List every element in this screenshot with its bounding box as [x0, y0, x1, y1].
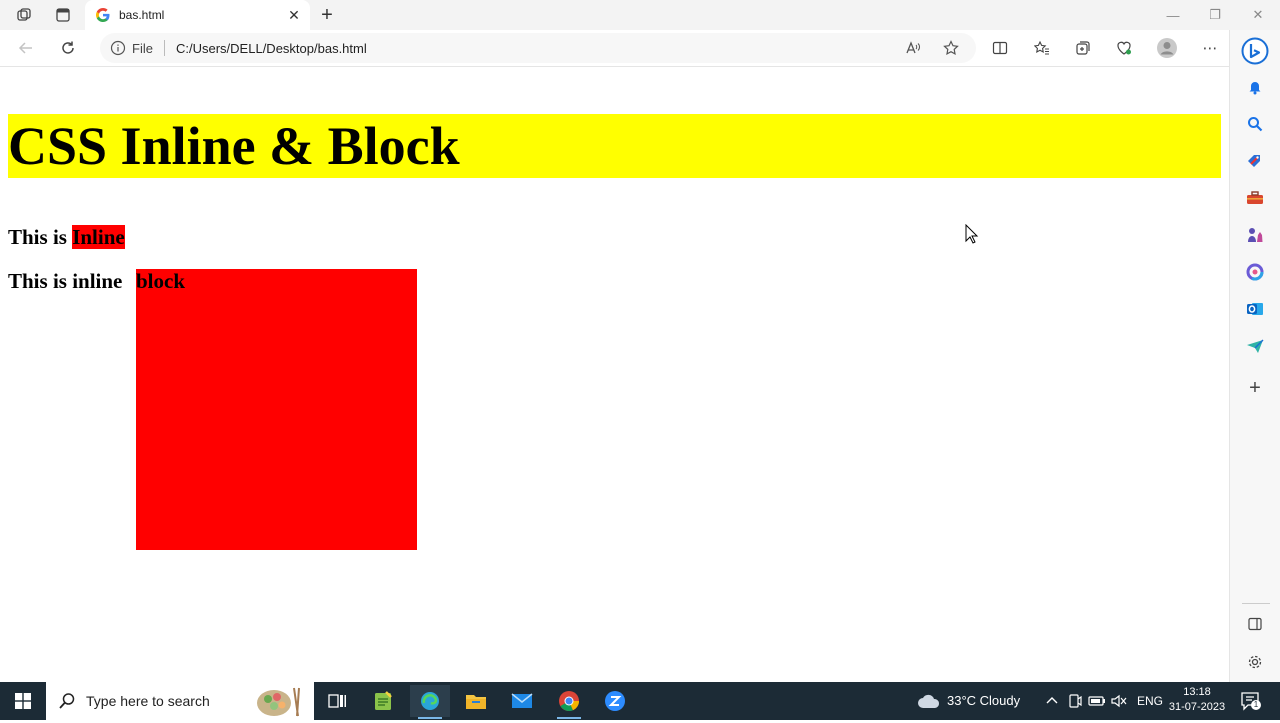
chrome-active-indicator [557, 717, 581, 719]
search-highlight-food-icon [254, 684, 304, 718]
cloudy-weather-icon[interactable] [917, 692, 941, 710]
inline-demo-prefix: This is [8, 225, 73, 249]
clock-date: 31-07-2023 [1168, 701, 1226, 713]
tab-actions-icon[interactable] [50, 3, 76, 27]
search-icon[interactable] [1243, 112, 1267, 136]
windows-start-icon[interactable] [0, 682, 46, 720]
sidebar-settings-gear-icon[interactable] [1243, 650, 1267, 674]
refresh-icon[interactable] [54, 35, 82, 61]
inline-block-label: block [136, 269, 186, 293]
restore-icon[interactable]: ❐ [1194, 0, 1236, 30]
bing-copilot-icon[interactable] [1240, 36, 1270, 66]
taskbar-search-icon [58, 692, 76, 710]
volume-muted-icon[interactable] [1110, 693, 1128, 709]
hide-sidebar-icon[interactable] [1243, 612, 1267, 636]
edge-taskbar-icon[interactable] [410, 685, 450, 719]
address-bar[interactable]: File C:/Users/DELL/Desktop/bas.html [100, 33, 976, 63]
browser-titlebar: bas.html ✕ + — ❐ ✕ [0, 0, 1280, 30]
meet-now-icon[interactable] [1067, 693, 1083, 709]
mail-icon[interactable] [502, 685, 542, 717]
input-language[interactable]: ENG [1137, 694, 1163, 708]
notification-count-badge: 1 [1251, 700, 1261, 710]
windows-taskbar: Type here to search 33°C Cloudy ENG 13:1… [0, 682, 1280, 720]
edge-active-indicator [418, 717, 442, 719]
back-arrow-icon[interactable] [12, 35, 40, 61]
close-window-icon[interactable]: ✕ [1237, 0, 1279, 30]
taskbar-clock[interactable]: 13:18 31-07-2023 [1162, 685, 1232, 715]
settings-more-icon[interactable]: ⋯ [1198, 36, 1222, 60]
chrome-icon[interactable] [549, 685, 589, 719]
edge-sidebar: + [1229, 30, 1280, 682]
tools-briefcase-icon[interactable] [1243, 186, 1267, 210]
address-divider [164, 40, 165, 56]
task-view-icon[interactable] [317, 685, 357, 717]
browser-toolbar: File C:/Users/DELL/Desktop/bas.html ⋯ [0, 30, 1280, 67]
clock-time: 13:18 [1183, 686, 1211, 698]
profile-avatar-icon[interactable] [1155, 36, 1179, 60]
site-info-icon[interactable] [110, 40, 126, 56]
address-scheme-label: File [132, 41, 153, 56]
google-favicon-icon [95, 7, 111, 23]
drop-send-icon[interactable] [1243, 334, 1267, 358]
notepad-plus-plus-icon[interactable] [363, 685, 403, 717]
notification-bell-icon[interactable] [1243, 75, 1267, 99]
inline-block-demo-line: This is inline [8, 269, 123, 293]
taskbar-search-box[interactable]: Type here to search [46, 682, 314, 720]
favorites-icon[interactable] [1030, 36, 1054, 60]
inline-block-box: block [136, 269, 417, 550]
favorite-star-icon[interactable] [941, 38, 961, 58]
battery-icon[interactable] [1088, 693, 1106, 709]
notification-center-icon[interactable]: 1 [1240, 691, 1262, 711]
read-aloud-icon[interactable] [903, 38, 923, 58]
zoom-app-icon[interactable] [595, 685, 635, 717]
games-chess-icon[interactable] [1243, 223, 1267, 247]
shopping-tag-icon[interactable] [1243, 149, 1267, 173]
file-explorer-icon[interactable] [456, 685, 496, 717]
tab-title: bas.html [119, 8, 165, 22]
inline-span: Inline [72, 225, 125, 249]
sidebar-divider [1242, 603, 1270, 604]
page-heading: CSS Inline & Block [8, 114, 1221, 178]
mouse-cursor-icon [965, 223, 979, 244]
inline-demo-line: This is Inline [8, 225, 125, 249]
address-url[interactable]: C:/Users/DELL/Desktop/bas.html [176, 41, 367, 56]
page-content: CSS Inline & Block This is Inline This i… [0, 67, 1228, 682]
tab-close-icon[interactable]: ✕ [284, 5, 304, 25]
outlook-icon[interactable] [1243, 297, 1267, 321]
new-tab-plus-icon[interactable]: + [316, 4, 338, 26]
collections-icon[interactable] [1071, 36, 1095, 60]
weather-text[interactable]: 33°C Cloudy [947, 693, 1020, 708]
microsoft365-icon[interactable] [1243, 260, 1267, 284]
show-hidden-icons-chevron-up-icon[interactable] [1044, 693, 1060, 709]
workspaces-icon[interactable] [11, 3, 37, 27]
split-screen-icon[interactable] [988, 36, 1012, 60]
minimize-icon[interactable]: — [1152, 0, 1194, 30]
taskbar-search-placeholder: Type here to search [86, 693, 210, 709]
add-sidebar-app-plus-icon[interactable]: + [1243, 376, 1267, 400]
browser-essentials-icon[interactable] [1112, 36, 1136, 60]
tab-bas-html[interactable]: bas.html ✕ [85, 0, 310, 30]
